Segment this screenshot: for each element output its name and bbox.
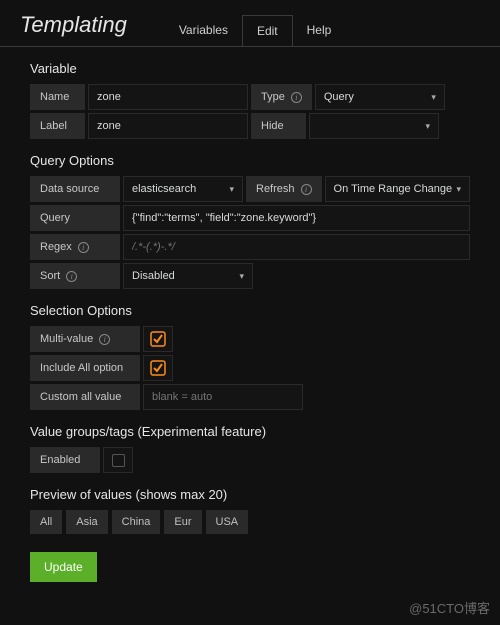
- header-divider: [0, 46, 500, 47]
- type-label: Typei: [251, 84, 312, 110]
- hide-label: Hide: [251, 113, 306, 139]
- preview-values: All Asia China Eur USA: [30, 510, 470, 534]
- info-icon: i: [66, 271, 77, 282]
- info-icon: i: [301, 184, 312, 195]
- caret-down-icon: ▾: [239, 271, 244, 282]
- multi-value-checkbox[interactable]: [143, 326, 173, 352]
- refresh-select[interactable]: On Time Range Change▾: [325, 176, 470, 202]
- include-all-label: Include All option: [30, 355, 140, 381]
- sort-select[interactable]: Disabled▾: [123, 263, 253, 289]
- caret-down-icon: ▾: [425, 121, 430, 132]
- info-icon: i: [78, 242, 89, 253]
- name-input[interactable]: [88, 84, 248, 110]
- tab-variables[interactable]: Variables: [165, 15, 242, 46]
- datasource-label: Data source: [30, 176, 120, 202]
- type-select[interactable]: Query▾: [315, 84, 445, 110]
- check-icon: [150, 331, 166, 347]
- section-selection-options: Selection Options: [30, 303, 470, 318]
- caret-down-icon: ▾: [229, 184, 234, 195]
- preview-value: Asia: [66, 510, 107, 534]
- query-label: Query: [30, 205, 120, 231]
- page-title: Templating: [20, 12, 127, 46]
- enabled-label: Enabled: [30, 447, 100, 473]
- custom-all-label: Custom all value: [30, 384, 140, 410]
- preview-value: USA: [206, 510, 249, 534]
- preview-value: China: [112, 510, 161, 534]
- label-input[interactable]: [88, 113, 248, 139]
- section-preview: Preview of values (shows max 20): [30, 487, 470, 502]
- custom-all-input[interactable]: [143, 384, 303, 410]
- label-label: Label: [30, 113, 85, 139]
- preview-value: Eur: [164, 510, 201, 534]
- regex-label: Regexi: [30, 234, 120, 260]
- update-button[interactable]: Update: [30, 552, 97, 582]
- preview-value: All: [30, 510, 62, 534]
- refresh-label: Refreshi: [246, 176, 322, 202]
- include-all-checkbox[interactable]: [143, 355, 173, 381]
- sort-label: Sorti: [30, 263, 120, 289]
- check-icon: [150, 360, 166, 376]
- query-input[interactable]: [123, 205, 470, 231]
- regex-input[interactable]: [123, 234, 470, 260]
- tab-edit[interactable]: Edit: [242, 15, 293, 46]
- info-icon: i: [99, 334, 110, 345]
- info-icon: i: [291, 92, 302, 103]
- tabs: Variables Edit Help: [165, 15, 346, 46]
- content: Variable Name Typei Query▾ Label Hide ▾ …: [0, 61, 500, 602]
- section-value-groups: Value groups/tags (Experimental feature): [30, 424, 470, 439]
- watermark: @51CTO博客: [409, 598, 490, 617]
- tab-help[interactable]: Help: [293, 15, 346, 46]
- enabled-checkbox[interactable]: [103, 447, 133, 473]
- caret-down-icon: ▾: [431, 92, 436, 103]
- hide-select[interactable]: ▾: [309, 113, 439, 139]
- section-query-options: Query Options: [30, 153, 470, 168]
- header: Templating Variables Edit Help: [0, 0, 500, 46]
- caret-down-icon: ▾: [456, 184, 461, 195]
- section-variable: Variable: [30, 61, 470, 76]
- multi-value-label: Multi-valuei: [30, 326, 140, 352]
- name-label: Name: [30, 84, 85, 110]
- unchecked-box-icon: [112, 454, 125, 467]
- datasource-select[interactable]: elasticsearch▾: [123, 176, 243, 202]
